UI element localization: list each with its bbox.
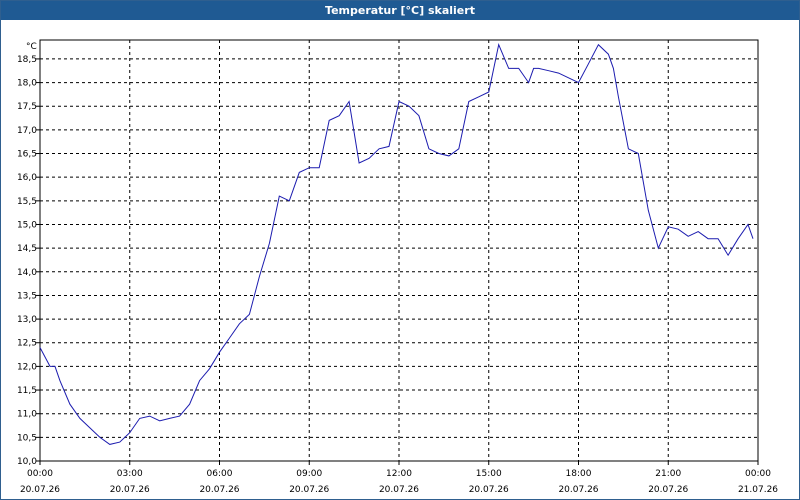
x-tick-time: 15:00 xyxy=(476,469,502,479)
temperature-series-line xyxy=(39,43,754,445)
y-tick-label: 18,0 xyxy=(17,79,37,89)
y-tick-label: 12,0 xyxy=(17,362,37,372)
y-tick-label: 15,0 xyxy=(17,220,37,230)
grid-lines xyxy=(36,40,759,465)
x-tick-labels: 00:00 20.07.26 03:00 20.07.26 06:00 20.07.26 0… xyxy=(20,469,778,495)
x-tick-time: 21:00 xyxy=(655,469,681,479)
x-tick-time: 09:00 xyxy=(296,469,322,479)
x-tick-time: 03:00 xyxy=(117,469,143,479)
y-tick-label: 15,5 xyxy=(17,197,37,207)
x-tick-time: 12:00 xyxy=(386,469,412,479)
y-tick-label: 10,5 xyxy=(17,433,37,443)
x-tick-time: 18:00 xyxy=(566,469,592,479)
y-tick-label: 10,0 xyxy=(17,457,37,467)
y-tick-labels: 10,0 10,5 11,0 11,5 12,0 12,5 13,0 13,5 14,0 14,5… xyxy=(17,55,37,467)
x-tick-date: 20.07.26 xyxy=(199,485,239,495)
y-tick-label: 11,0 xyxy=(17,410,37,420)
x-tick-time: 00:00 xyxy=(27,469,53,479)
y-tick-label: 16,5 xyxy=(17,150,37,160)
x-tick-date: 20.07.26 xyxy=(20,485,60,495)
x-tick-date: 20.07.26 xyxy=(558,485,598,495)
x-tick-date: 20.07.26 xyxy=(379,485,419,495)
y-tick-label: 11,5 xyxy=(17,386,37,396)
y-tick-label: 17,5 xyxy=(17,102,37,112)
x-tick-date: 20.07.26 xyxy=(289,485,329,495)
y-axis-unit: °C xyxy=(26,42,37,52)
x-tick-date: 21.07.26 xyxy=(738,485,778,495)
y-tick-label: 17,0 xyxy=(17,126,37,136)
y-tick-label: 14,0 xyxy=(17,268,37,278)
y-tick-label: 13,0 xyxy=(17,315,37,325)
x-tick-date: 20.07.26 xyxy=(469,485,509,495)
y-tick-label: 13,5 xyxy=(17,291,37,301)
x-tick-time: 06:00 xyxy=(207,469,233,479)
x-tick-date: 20.07.26 xyxy=(648,485,688,495)
y-tick-label: 18,5 xyxy=(17,55,37,65)
x-tick-time: 00:00 xyxy=(745,469,771,479)
y-tick-label: 16,0 xyxy=(17,173,37,183)
temperature-chart: °C 10,010,511,011,512,012,513,013,514,01… xyxy=(17,39,778,495)
x-tick-date: 20.07.26 xyxy=(110,485,150,495)
y-tick-label: 12,5 xyxy=(17,339,37,349)
y-tick-label: 14,5 xyxy=(17,244,37,254)
